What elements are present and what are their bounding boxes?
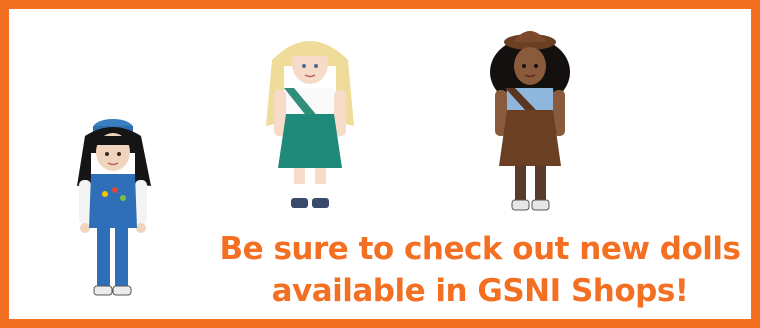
promo-line-1: Be sure to check out new dolls — [219, 231, 741, 267]
promo-caption: Be sure to check out new dolls available… — [205, 228, 755, 312]
junior-doll-image — [266, 41, 354, 208]
brownie-doll-image — [490, 31, 570, 211]
daisy-doll-image — [77, 119, 151, 296]
promo-line-2: available in GSNI Shops! — [271, 273, 689, 309]
